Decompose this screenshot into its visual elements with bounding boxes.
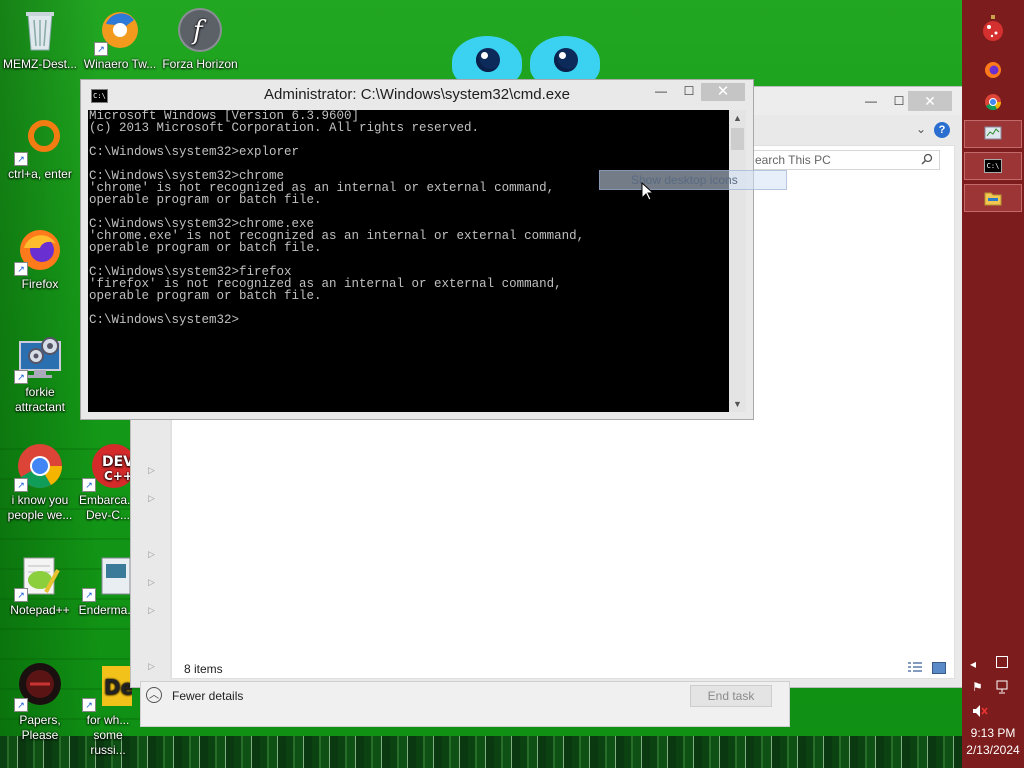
chevron-down-icon[interactable]: ⌄ (916, 122, 926, 136)
network-icon[interactable] (996, 680, 1010, 697)
glitch-noise (0, 736, 962, 768)
desktop-icon-label: Embarca... Dev-C... (78, 493, 138, 522)
desktop-icon-label: Firefox (21, 277, 59, 291)
console-output[interactable]: Microsoft Windows [Version 6.3.9600] (c)… (88, 110, 729, 412)
close-button[interactable]: ✕ (701, 83, 745, 101)
clock-time[interactable]: 9:13 PM (962, 726, 1024, 740)
help-icon[interactable]: ? (934, 122, 950, 138)
chrome-icon (985, 94, 1002, 111)
task-manager-icon (984, 126, 1002, 140)
large-icons-view-icon[interactable] (932, 662, 946, 674)
computer-settings-icon: ↗ (14, 334, 64, 384)
tree-expand-icon[interactable]: ▷ (148, 465, 155, 476)
enderman-icon: ↗ (82, 552, 132, 602)
details-view-icon[interactable] (908, 662, 922, 674)
desktop-icon-notepadpp[interactable]: ↗ Notepad++ (1, 552, 79, 618)
mouse-cursor-icon (641, 181, 655, 204)
tree-expand-icon[interactable]: ▷ (148, 549, 155, 560)
flash-icon: f (176, 6, 224, 54)
status-item-count: 8 items (184, 662, 223, 676)
desktop-icon-label: Notepad++ (10, 603, 70, 617)
tree-expand-icon[interactable]: ▷ (148, 605, 155, 616)
maximize-button[interactable]: ☐ (681, 84, 697, 100)
vertical-scrollbar[interactable]: ▲ ▼ (729, 110, 746, 412)
taskbar: C:\ ◂ ⚑ 9:13 PM 2/13/2024 (962, 0, 1024, 768)
explorer-minimize-button[interactable]: — (859, 91, 883, 111)
tree-expand-icon[interactable]: ▷ (148, 577, 155, 588)
scroll-down-icon[interactable]: ▼ (729, 396, 746, 412)
desktop-icon-enderman[interactable]: ↗ Enderma... (78, 552, 138, 618)
folder-icon (984, 192, 1002, 206)
desktop-icon-winaero[interactable]: ↗ Winaero Tw... (81, 6, 159, 72)
volume-muted-icon[interactable] (972, 704, 988, 721)
action-center-icon[interactable] (996, 656, 1008, 668)
desktop-icon-forza[interactable]: f Forza Horizon (161, 6, 239, 72)
pane-divider (170, 420, 171, 680)
devcpp-icon: DEV C++ ↗ (82, 442, 136, 492)
desktop-icon-forkie[interactable]: ↗ forkie attractant (1, 334, 79, 415)
tooltip: Show desktop icons (599, 170, 787, 190)
chevron-up-icon[interactable]: ︿ (146, 687, 162, 703)
taskbar-chrome-button[interactable] (964, 88, 1022, 116)
minimize-button[interactable]: — (653, 84, 669, 100)
explorer-close-button[interactable]: ✕ (908, 91, 952, 111)
chrome-icon: ↗ (14, 442, 64, 492)
ornament-icon (983, 15, 1003, 41)
taskbar-task-manager-button[interactable] (964, 120, 1022, 148)
notepadpp-icon: ↗ (14, 552, 64, 602)
desktop-icon-memz[interactable]: MEMZ-Dest... (1, 6, 79, 72)
desktop-icon-label: forkie attractant (14, 385, 66, 414)
search-icon[interactable] (921, 153, 933, 165)
desktop-icon-ctrl-a[interactable]: ↗ ctrl+a, enter (1, 116, 79, 182)
frog-eyes-decoration (452, 36, 608, 88)
tree-expand-icon[interactable]: ▷ (148, 493, 155, 504)
desktop-icon-firefox[interactable]: ↗ Firefox (1, 226, 79, 292)
tray-overflow-icon[interactable]: ◂ (970, 657, 976, 671)
desktop-icon-label: ctrl+a, enter (8, 167, 72, 181)
end-task-button[interactable]: End task (690, 685, 772, 707)
taskbar-explorer-button[interactable] (964, 184, 1022, 212)
cmd-window[interactable]: C:\ Administrator: C:\Windows\system32\c… (80, 79, 754, 420)
search-input[interactable]: earch This PC (752, 150, 940, 170)
taskbar-firefox-button[interactable] (964, 56, 1022, 84)
desktop-icon-label: Papers, Please (19, 713, 61, 742)
desktop-icon-label: Enderma... (78, 603, 138, 617)
firefox-icon: ↗ (14, 226, 64, 276)
taskbar-cmd-button[interactable]: C:\ (964, 152, 1022, 180)
taskbar-ornament-button[interactable] (964, 14, 1022, 42)
clock-date[interactable]: 2/13/2024 (962, 743, 1024, 757)
orange-ring-icon: ↗ (14, 116, 64, 166)
scroll-up-icon[interactable]: ▲ (729, 110, 746, 126)
tree-expand-icon[interactable]: ▷ (148, 661, 155, 672)
svg-text:C++: C++ (104, 469, 132, 483)
desktop-icon-label: i know you people we... (7, 493, 73, 522)
console-text: Microsoft Windows [Version 6.3.9600] (c)… (89, 110, 585, 327)
desktop-icon-chrome[interactable]: ↗ i know you people we... (1, 442, 79, 523)
firefox-icon (985, 62, 1001, 78)
svg-text:De: De (104, 675, 132, 699)
fewer-details-link[interactable]: Fewer details (172, 689, 243, 703)
cmd-icon: C:\ (984, 159, 1002, 173)
desktop-icon-embarcadero[interactable]: DEV C++ ↗ Embarca... Dev-C... (78, 442, 138, 523)
winaero-icon: ↗ (94, 6, 144, 56)
desktop-icon-label: Winaero Tw... (83, 57, 157, 71)
recycle-bin-icon (16, 6, 64, 54)
flag-icon[interactable]: ⚑ (972, 680, 983, 694)
svg-text:DEV: DEV (102, 454, 132, 470)
desktop-icon-label: for wh... some russi... (86, 713, 130, 757)
desktop-icon-label: Forza Horizon (162, 57, 238, 71)
papers-please-icon: ↗ (14, 662, 64, 712)
desktop-icon-dev[interactable]: De ↗ for wh... some russi... (78, 662, 138, 758)
scrollbar-thumb[interactable] (731, 128, 744, 150)
desktop-icon-label: MEMZ-Dest... (3, 57, 77, 71)
desktop-icon-papers-please[interactable]: ↗ Papers, Please (1, 662, 79, 743)
dev-icon: De ↗ (82, 662, 134, 712)
